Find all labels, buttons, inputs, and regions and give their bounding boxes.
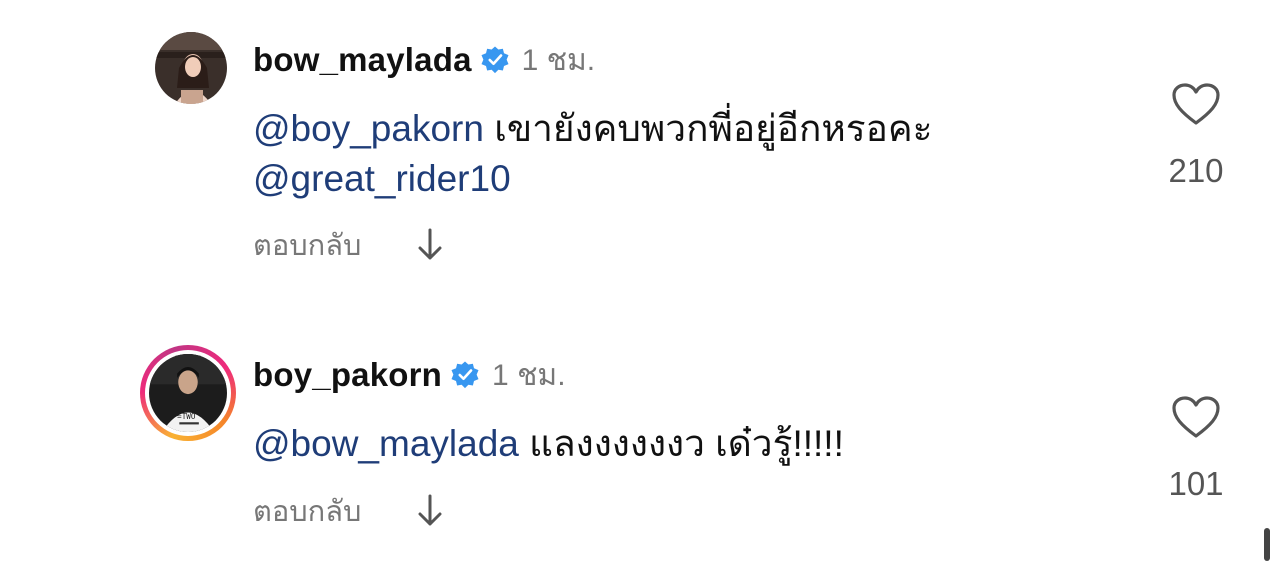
comment-header: boy_pakorn 1 ชม. <box>253 355 566 395</box>
comment-body-text: แลงงงงงงว เด๋วรู้!!!!! <box>518 423 844 464</box>
reply-button[interactable]: ตอบกลับ <box>253 222 361 268</box>
scrollbar[interactable] <box>1264 528 1270 561</box>
mention-link[interactable]: @great_rider10 <box>253 158 511 199</box>
like-control: 101 <box>1160 395 1232 503</box>
mention-link[interactable]: @bow_maylada <box>253 423 519 464</box>
comment-actions: ตอบกลับ <box>253 488 444 534</box>
timestamp: 1 ชม. <box>492 358 566 392</box>
comment-header: bow_maylada 1 ชม. <box>253 40 595 80</box>
arrow-down-icon[interactable] <box>416 228 444 262</box>
comments-panel: bow_maylada 1 ชม. @boy_pakorn เขายังคบพว… <box>0 0 1280 561</box>
username[interactable]: bow_maylada <box>253 41 472 79</box>
reply-button[interactable]: ตอบกลับ <box>253 488 361 534</box>
verified-badge-icon <box>450 360 480 390</box>
heart-icon[interactable] <box>1171 395 1221 439</box>
comment-text: @boy_pakorn เขายังคบพวกพี่อยู่อีกหรอคะ @… <box>253 104 933 204</box>
mention-link[interactable]: @boy_pakorn <box>253 108 484 149</box>
heart-icon[interactable] <box>1171 82 1221 126</box>
svg-text:=TWO: =TWO <box>177 412 196 421</box>
verified-badge-icon <box>480 45 510 75</box>
avatar[interactable]: =TWO <box>140 345 236 441</box>
like-control: 210 <box>1160 82 1232 190</box>
comment-actions: ตอบกลับ <box>253 222 444 268</box>
like-count: 210 <box>1168 152 1224 189</box>
avatar[interactable] <box>155 32 227 104</box>
username[interactable]: boy_pakorn <box>253 356 442 394</box>
comment-text: @bow_maylada แลงงงงงงว เด๋วรู้!!!!! <box>253 419 844 469</box>
timestamp: 1 ชม. <box>521 43 596 77</box>
comment-body-text: เขายังคบพวกพี่อยู่อีกหรอคะ <box>483 108 933 149</box>
arrow-down-icon[interactable] <box>416 494 444 528</box>
like-count: 101 <box>1168 465 1224 502</box>
